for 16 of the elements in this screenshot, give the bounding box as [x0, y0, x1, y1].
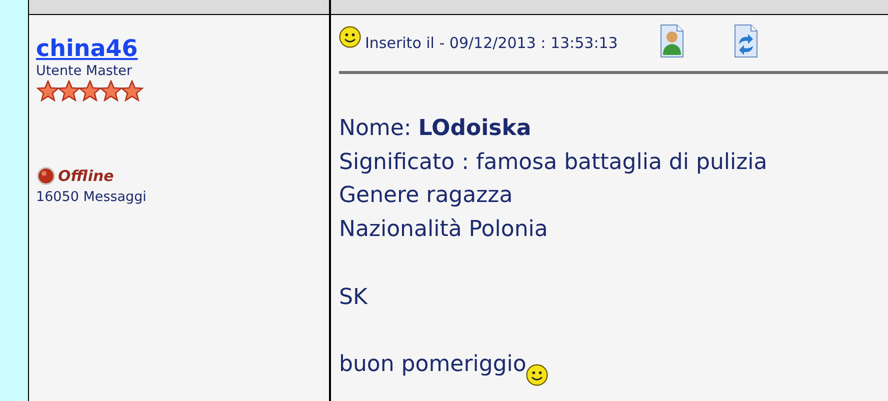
- message-line: Nazionalità Polonia: [339, 216, 549, 244]
- post-date: Inserito il - 09/12/2013 : 13:53:13: [365, 34, 618, 52]
- profile-icon[interactable]: [660, 24, 684, 58]
- smiley-icon: [339, 26, 361, 48]
- status-ball-icon: [36, 166, 56, 186]
- message-line: Nome: LOdoiska: [339, 115, 532, 143]
- message-line: buon pomeriggio: [339, 350, 526, 379]
- refresh-document-icon[interactable]: [734, 24, 758, 58]
- username-link[interactable]: china46: [36, 35, 138, 63]
- message-line: Genere ragazza: [339, 182, 514, 210]
- user-rank: Utente Master: [36, 63, 134, 79]
- post-count: 16050 Messaggi: [36, 189, 148, 205]
- status-label: Offline: [58, 167, 114, 185]
- smiley-icon: [526, 364, 548, 386]
- message-line: SK: [339, 284, 369, 312]
- message-line: Significato : famosa battaglia di pulizia: [339, 148, 768, 177]
